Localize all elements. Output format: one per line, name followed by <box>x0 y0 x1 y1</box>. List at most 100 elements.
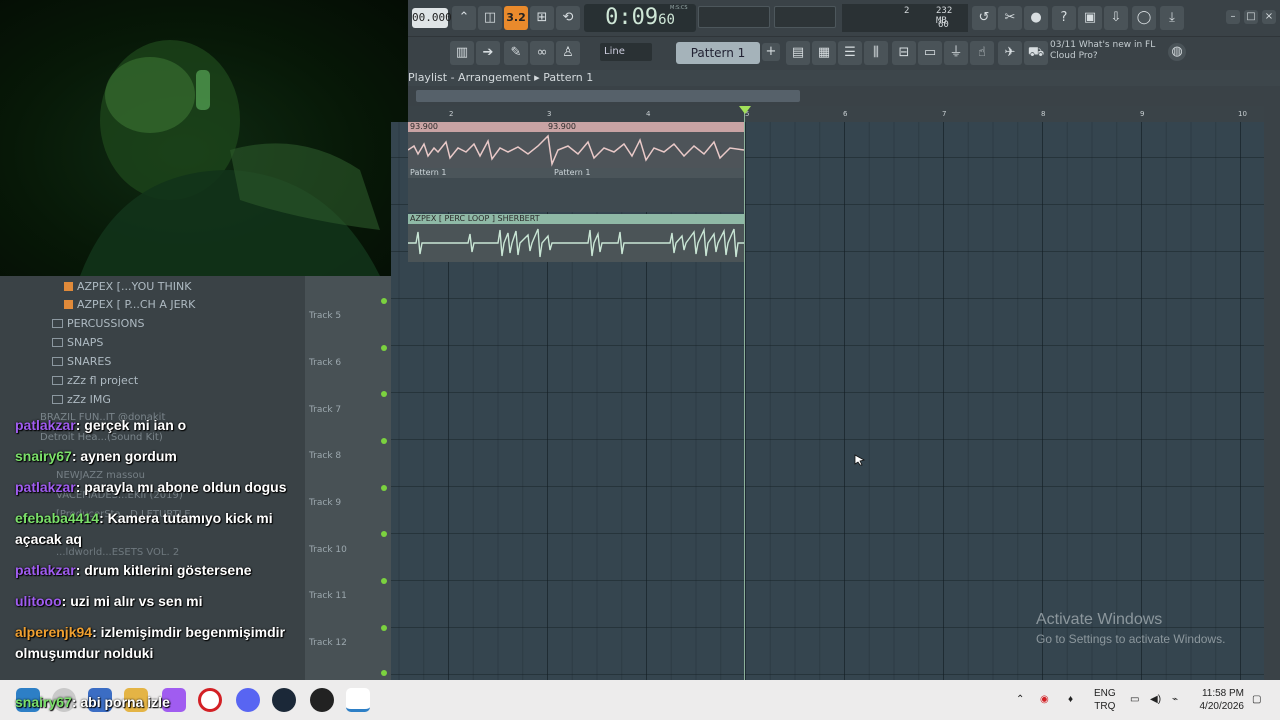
arrow-right-icon[interactable]: ➔ <box>476 41 500 65</box>
wait-record-icon[interactable]: ◫ <box>478 6 502 30</box>
stamp-icon[interactable]: ♙ <box>556 41 580 65</box>
time-units-label: M:S:CS <box>670 5 688 11</box>
audio-clip-1[interactable]: 93.900 93.900 <box>407 122 745 168</box>
cart-icon[interactable]: ⛟ <box>1024 41 1048 65</box>
track-label[interactable]: Track 11 <box>309 591 347 601</box>
browser-file[interactable]: AZPEX [ P...CH A JERK <box>64 298 195 311</box>
playhead-line <box>744 106 745 680</box>
globe-icon[interactable]: ◍ <box>1168 43 1186 61</box>
brush-icon[interactable]: ✎ <box>504 41 528 65</box>
scroll-thumb[interactable] <box>416 90 800 102</box>
track-mute-dot[interactable] <box>381 485 387 491</box>
help-icon[interactable]: ? <box>1052 6 1076 30</box>
browser-folder[interactable]: SNARES <box>52 355 111 368</box>
track-label[interactable]: Track 12 <box>309 638 347 648</box>
browser-folder[interactable]: PERCUSSIONS <box>52 317 145 330</box>
link-icon[interactable]: ∞ <box>530 41 554 65</box>
browser-folder[interactable]: SNAPS <box>52 336 103 349</box>
perc-loop-clip[interactable]: AZPEX [ PERC LOOP ] SHERBERT <box>408 214 744 262</box>
metronome-icon[interactable]: ⌃ <box>452 6 476 30</box>
mixer-icon[interactable]: ⫼ <box>864 41 888 65</box>
playhead-marker[interactable] <box>739 106 751 114</box>
tray-app-icon[interactable]: ◉ <box>1040 680 1049 720</box>
obs-icon[interactable] <box>310 688 334 712</box>
chat-text: gerçek mi ian o <box>84 417 187 433</box>
microphone-icon[interactable]: ● <box>1024 6 1048 30</box>
ruler-number: 7 <box>942 110 947 118</box>
folder-icon <box>52 357 63 366</box>
send-icon[interactable]: ✈ <box>998 41 1022 65</box>
snap-mode-select[interactable]: Line <box>600 43 652 61</box>
chat-message: patlakzar: parayla mı abone oldun dogus <box>15 479 287 495</box>
track-mute-dot[interactable] <box>381 670 387 676</box>
tray-chevron-icon[interactable]: ⌃ <box>1016 680 1024 720</box>
master-pitch-slider[interactable] <box>774 6 836 28</box>
track-label[interactable]: Track 9 <box>309 498 341 508</box>
display-icon[interactable]: ▭ <box>1130 680 1139 720</box>
browser-icon[interactable]: ▭ <box>918 41 942 65</box>
folder-icon <box>52 376 63 385</box>
volume-icon[interactable]: ◀) <box>1150 680 1161 720</box>
download-icon[interactable]: ⤓ <box>1160 6 1184 30</box>
timeline-ruler[interactable]: 2 3 4 5 6 7 8 9 10 <box>408 106 1264 122</box>
news-count: 03/11 <box>1050 40 1076 50</box>
minimize-icon[interactable]: – <box>1226 10 1240 24</box>
folder-icon <box>52 395 63 404</box>
track-label[interactable]: Track 10 <box>309 545 347 555</box>
playlist-horizontal-scroll[interactable] <box>408 86 1280 106</box>
pattern-clip[interactable]: Pattern 1 Pattern 1 <box>408 168 744 212</box>
notepad-icon[interactable] <box>346 688 370 712</box>
track-label[interactable]: Track 6 <box>309 358 341 368</box>
breadcrumb-separator: ▸ <box>534 71 540 84</box>
track-mute-dot[interactable] <box>381 531 387 537</box>
track-mute-dot[interactable] <box>381 438 387 444</box>
chat-username: patlakzar <box>15 417 76 433</box>
browser-folder[interactable]: zZz fl project <box>52 374 138 387</box>
browser-file[interactable]: AZPEX [...YOU THINK <box>64 280 191 293</box>
track-label[interactable]: Track 5 <box>309 311 341 321</box>
piano-keyboard-icon[interactable]: ▥ <box>450 41 474 65</box>
track-label[interactable]: Track 8 <box>309 451 341 461</box>
discord-icon[interactable] <box>236 688 260 712</box>
news-panel[interactable]: 03/11 What's new in FL Cloud Pro? <box>1050 40 1180 68</box>
track-mute-dot[interactable] <box>381 391 387 397</box>
cut-icon[interactable]: ✂ <box>998 6 1022 30</box>
render-icon[interactable]: ⇩ <box>1104 6 1128 30</box>
clock[interactable]: 11:58 PM 4/20/2026 <box>1196 687 1245 713</box>
webcam-overlay <box>0 0 408 276</box>
loop-record-icon[interactable]: ⟲ <box>556 6 580 30</box>
ruler-number: 2 <box>449 110 454 118</box>
perc-clip-header: AZPEX [ PERC LOOP ] SHERBERT <box>408 214 744 224</box>
chat-icon[interactable]: ◯ <box>1132 6 1156 30</box>
project-tree-icon[interactable]: ⊟ <box>892 41 916 65</box>
plugin-icon[interactable]: ⏚ <box>944 41 968 65</box>
playlist-icon[interactable]: ▤ <box>786 41 810 65</box>
close-icon[interactable]: × <box>1262 10 1276 24</box>
piano-roll-icon[interactable]: ▦ <box>812 41 836 65</box>
save-icon[interactable]: ▣ <box>1078 6 1102 30</box>
maximize-icon[interactable]: □ <box>1244 10 1258 24</box>
input-language[interactable]: ENG TRQ <box>1094 687 1116 713</box>
chat-message: ulitooo: uzi mi alır vs sen mi <box>15 593 203 609</box>
tempo-display[interactable]: 00.000 <box>412 8 452 28</box>
pattern-step-button[interactable]: 3.2 <box>504 6 528 30</box>
tray-mic-icon[interactable]: ♦ <box>1068 680 1073 720</box>
undo-icon[interactable]: ↺ <box>972 6 996 30</box>
track-mute-dot[interactable] <box>381 625 387 631</box>
track-mute-dot[interactable] <box>381 298 387 304</box>
pattern-selector[interactable]: Pattern 1 <box>676 42 760 64</box>
browser-folder[interactable]: zZz IMG <box>52 393 111 406</box>
add-pattern-icon[interactable]: + <box>762 43 780 61</box>
track-mute-dot[interactable] <box>381 578 387 584</box>
blend-notes-icon[interactable]: ⊞ <box>530 6 554 30</box>
steam-icon[interactable] <box>272 688 296 712</box>
touch-keyboard-icon[interactable]: ☝ <box>970 41 994 65</box>
track-mute-dot[interactable] <box>381 345 387 351</box>
notification-icon[interactable]: ▢ <box>1252 680 1261 720</box>
channel-rack-icon[interactable]: ☰ <box>838 41 862 65</box>
master-volume-slider[interactable] <box>698 6 770 28</box>
chat-username: snairy67 <box>15 448 72 464</box>
network-icon[interactable]: ⌁ <box>1172 680 1178 720</box>
playlist-vertical-scroll[interactable] <box>1264 106 1280 680</box>
track-label[interactable]: Track 7 <box>309 405 341 415</box>
